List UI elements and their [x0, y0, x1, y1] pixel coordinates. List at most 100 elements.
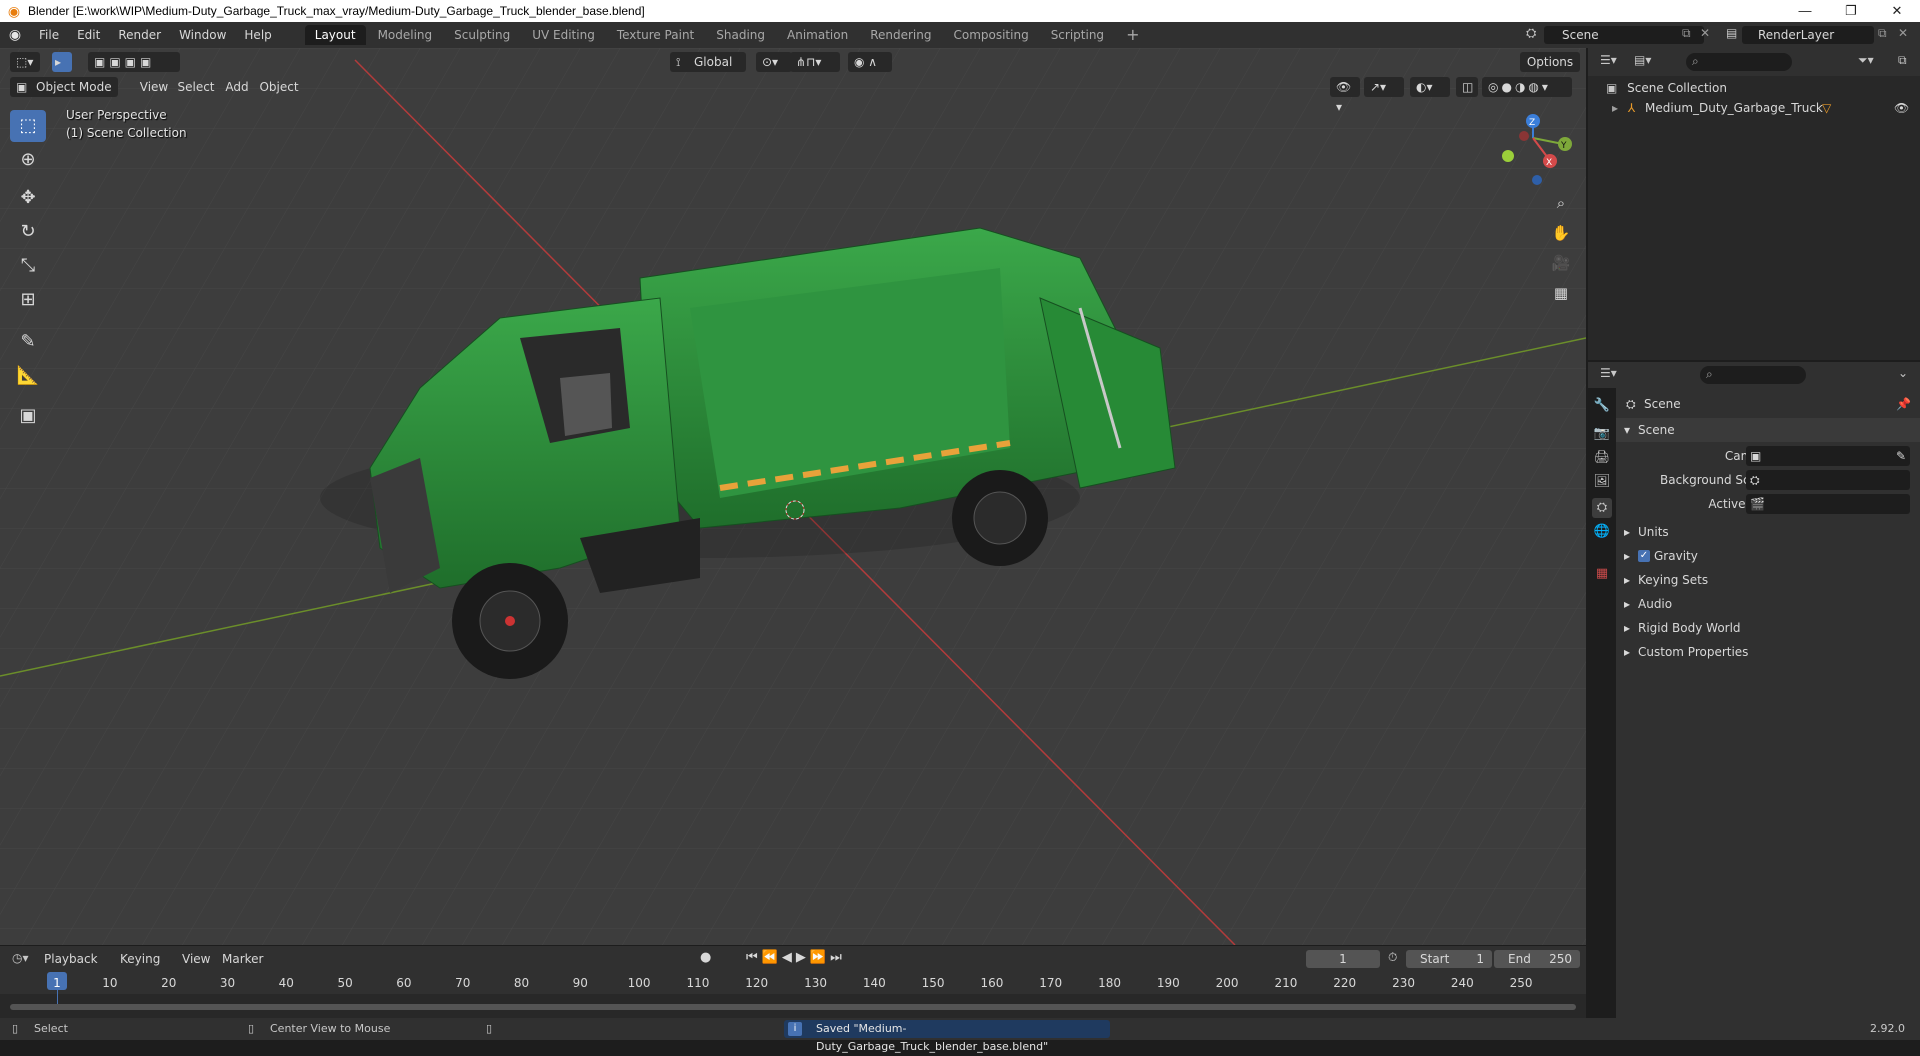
proportional-edit-icon[interactable]: ◉ ∧: [848, 52, 892, 72]
editor-type-button[interactable]: ⬚▾: [10, 52, 40, 72]
pin-icon[interactable]: 📌: [1896, 392, 1911, 416]
camera-field[interactable]: ▣ ✎: [1746, 446, 1910, 466]
tab-compositing[interactable]: Compositing: [943, 25, 1038, 45]
zoom-icon[interactable]: ⌕: [1548, 190, 1574, 216]
properties-editor-icon[interactable]: ☰▾: [1600, 366, 1617, 380]
transform-tool[interactable]: ⊞: [10, 284, 46, 316]
select-box-tool[interactable]: ⬚: [10, 110, 46, 142]
scene-selector-icon[interactable]: ⛭: [1526, 26, 1536, 41]
tab-scripting[interactable]: Scripting: [1041, 25, 1114, 45]
background-scene-field[interactable]: ⛭: [1746, 470, 1910, 490]
view-layer-field[interactable]: RenderLayer: [1742, 26, 1874, 44]
tab-uv-editing[interactable]: UV Editing: [522, 25, 605, 45]
render-tab-icon[interactable]: 📷: [1592, 424, 1612, 444]
output-tab-icon[interactable]: 🖨: [1592, 448, 1612, 468]
playback-controls[interactable]: ⏮⏪◀▶⏩⏭: [746, 950, 846, 965]
pan-hand-icon[interactable]: ✋: [1548, 220, 1574, 246]
timeline-editor-icon[interactable]: ◷▾: [12, 951, 29, 965]
scene-tab-icon[interactable]: ⛭: [1592, 498, 1612, 518]
gizmo-toggle-icon[interactable]: ↗▾: [1364, 77, 1404, 97]
minimize-button[interactable]: —: [1782, 0, 1828, 22]
tab-animation[interactable]: Animation: [777, 25, 858, 45]
menu-help[interactable]: Help: [235, 22, 280, 48]
units-panel-header[interactable]: ▸ Units: [1616, 520, 1920, 544]
start-frame-field[interactable]: Start 1: [1406, 950, 1492, 968]
menu-file[interactable]: File: [30, 22, 68, 48]
scene-name-field[interactable]: Scene: [1544, 26, 1704, 44]
outliner-search-input[interactable]: ⌕: [1686, 53, 1792, 71]
menu-edit[interactable]: Edit: [68, 22, 109, 48]
chevron-down-icon[interactable]: ⌄: [1898, 366, 1908, 380]
filter-icon[interactable]: ⏷▾: [1858, 53, 1874, 68]
timeline-scrollbar[interactable]: [10, 1004, 1576, 1010]
shading-mode-buttons[interactable]: ◎●◑◍▾: [1482, 77, 1572, 97]
visibility-icon[interactable]: 👁▾: [1330, 77, 1360, 114]
add-workspace-button[interactable]: +: [1116, 25, 1149, 45]
record-icon[interactable]: ●: [700, 950, 711, 965]
camera-view-icon[interactable]: 🎥: [1548, 250, 1574, 276]
display-mode-icon[interactable]: ▤▾: [1634, 53, 1651, 67]
visibility-eye-icon[interactable]: 👁: [1894, 98, 1909, 118]
gravity-checkbox[interactable]: ✓: [1638, 550, 1650, 562]
timeline-menu-view[interactable]: View: [182, 946, 210, 972]
tab-texture-paint[interactable]: Texture Paint: [607, 25, 704, 45]
keying-sets-panel-header[interactable]: ▸ Keying Sets: [1616, 568, 1920, 592]
new-view-layer-icon[interactable]: ⧉: [1878, 26, 1887, 41]
expand-arrow-icon[interactable]: ▸: [1612, 101, 1618, 115]
tab-shading[interactable]: Shading: [706, 25, 775, 45]
ortho-grid-icon[interactable]: ▦: [1548, 280, 1574, 306]
snap-icon[interactable]: ⋔⊓▾: [790, 52, 840, 72]
3d-viewport[interactable]: Z Y X User Perspective (1) Scene Collect…: [0, 48, 1586, 945]
select-mode-icon[interactable]: ▸: [52, 52, 72, 72]
delete-view-layer-icon[interactable]: ✕: [1898, 26, 1908, 40]
menu-window[interactable]: Window: [170, 22, 235, 48]
overlay-toggle-icon[interactable]: ◐▾: [1410, 77, 1450, 97]
maximize-button[interactable]: ❐: [1828, 0, 1874, 22]
rigid-body-world-panel-header[interactable]: ▸ Rigid Body World: [1616, 616, 1920, 640]
scene-panel-header[interactable]: ▾ Scene: [1616, 418, 1920, 442]
eyedropper-icon[interactable]: ✎: [1896, 444, 1906, 468]
cursor-tool[interactable]: ⊕: [10, 144, 46, 176]
outliner-scene-collection[interactable]: ▣ Scene Collection: [1606, 78, 1727, 98]
delete-scene-icon[interactable]: ✕: [1700, 26, 1710, 40]
blender-menu-icon[interactable]: ◉: [0, 27, 30, 43]
add-cube-tool[interactable]: ▣: [10, 400, 46, 432]
viewport-menu-object[interactable]: Object: [244, 77, 314, 97]
current-frame-field[interactable]: 1: [1306, 950, 1380, 968]
texture-tab-icon[interactable]: ▦: [1592, 564, 1612, 584]
active-clip-field[interactable]: 🎬: [1746, 494, 1910, 514]
xray-toggle-icon[interactable]: ◫: [1456, 77, 1478, 97]
audio-panel-header[interactable]: ▸ Audio: [1616, 592, 1920, 616]
timeline-menu-playback[interactable]: Playback: [44, 946, 114, 972]
properties-search-input[interactable]: ⌕: [1700, 366, 1806, 384]
new-scene-icon[interactable]: ⧉: [1682, 26, 1691, 41]
close-window-button[interactable]: ✕: [1874, 0, 1920, 22]
end-frame-field[interactable]: End 250: [1494, 950, 1580, 968]
scale-tool[interactable]: ⤡: [10, 250, 46, 282]
view-layer-icon[interactable]: ▤: [1726, 26, 1737, 40]
menu-render[interactable]: Render: [109, 22, 170, 48]
frame-ruler-label: 110: [686, 976, 710, 990]
rotate-tool[interactable]: ↻: [10, 216, 46, 248]
pivot-point-icon[interactable]: ⊙▾: [756, 52, 792, 72]
annotate-tool[interactable]: ✎: [10, 326, 46, 358]
selection-mode-buttons[interactable]: ▣▣▣▣: [88, 52, 180, 72]
tool-tab-icon[interactable]: 🔧: [1592, 396, 1612, 416]
outliner-editor-icon[interactable]: ☰▾: [1600, 53, 1617, 67]
new-collection-icon[interactable]: ⧉: [1898, 53, 1907, 68]
tab-rendering[interactable]: Rendering: [860, 25, 941, 45]
move-tool[interactable]: ✥: [10, 182, 46, 214]
tab-layout[interactable]: Layout: [304, 25, 366, 45]
custom-properties-panel-header[interactable]: ▸ Custom Properties: [1616, 640, 1920, 664]
transform-orientation-select[interactable]: Global: [670, 52, 746, 72]
tab-modeling[interactable]: Modeling: [368, 25, 443, 45]
options-button[interactable]: Options: [1520, 52, 1580, 72]
gravity-panel-header[interactable]: ▸ ✓ Gravity: [1616, 544, 1920, 568]
view-layer-tab-icon[interactable]: 🖼: [1592, 472, 1612, 492]
timeline-menu-keying[interactable]: Keying: [120, 946, 180, 972]
world-tab-icon[interactable]: 🌐: [1592, 522, 1612, 542]
measure-tool[interactable]: 📐: [10, 360, 46, 392]
outliner-item[interactable]: ▸ ⅄ Medium_Duty_Garbage_Truck ▽ 👁: [1612, 98, 1912, 118]
tab-sculpting[interactable]: Sculpting: [444, 25, 520, 45]
timeline-menu-marker[interactable]: Marker: [222, 946, 263, 972]
